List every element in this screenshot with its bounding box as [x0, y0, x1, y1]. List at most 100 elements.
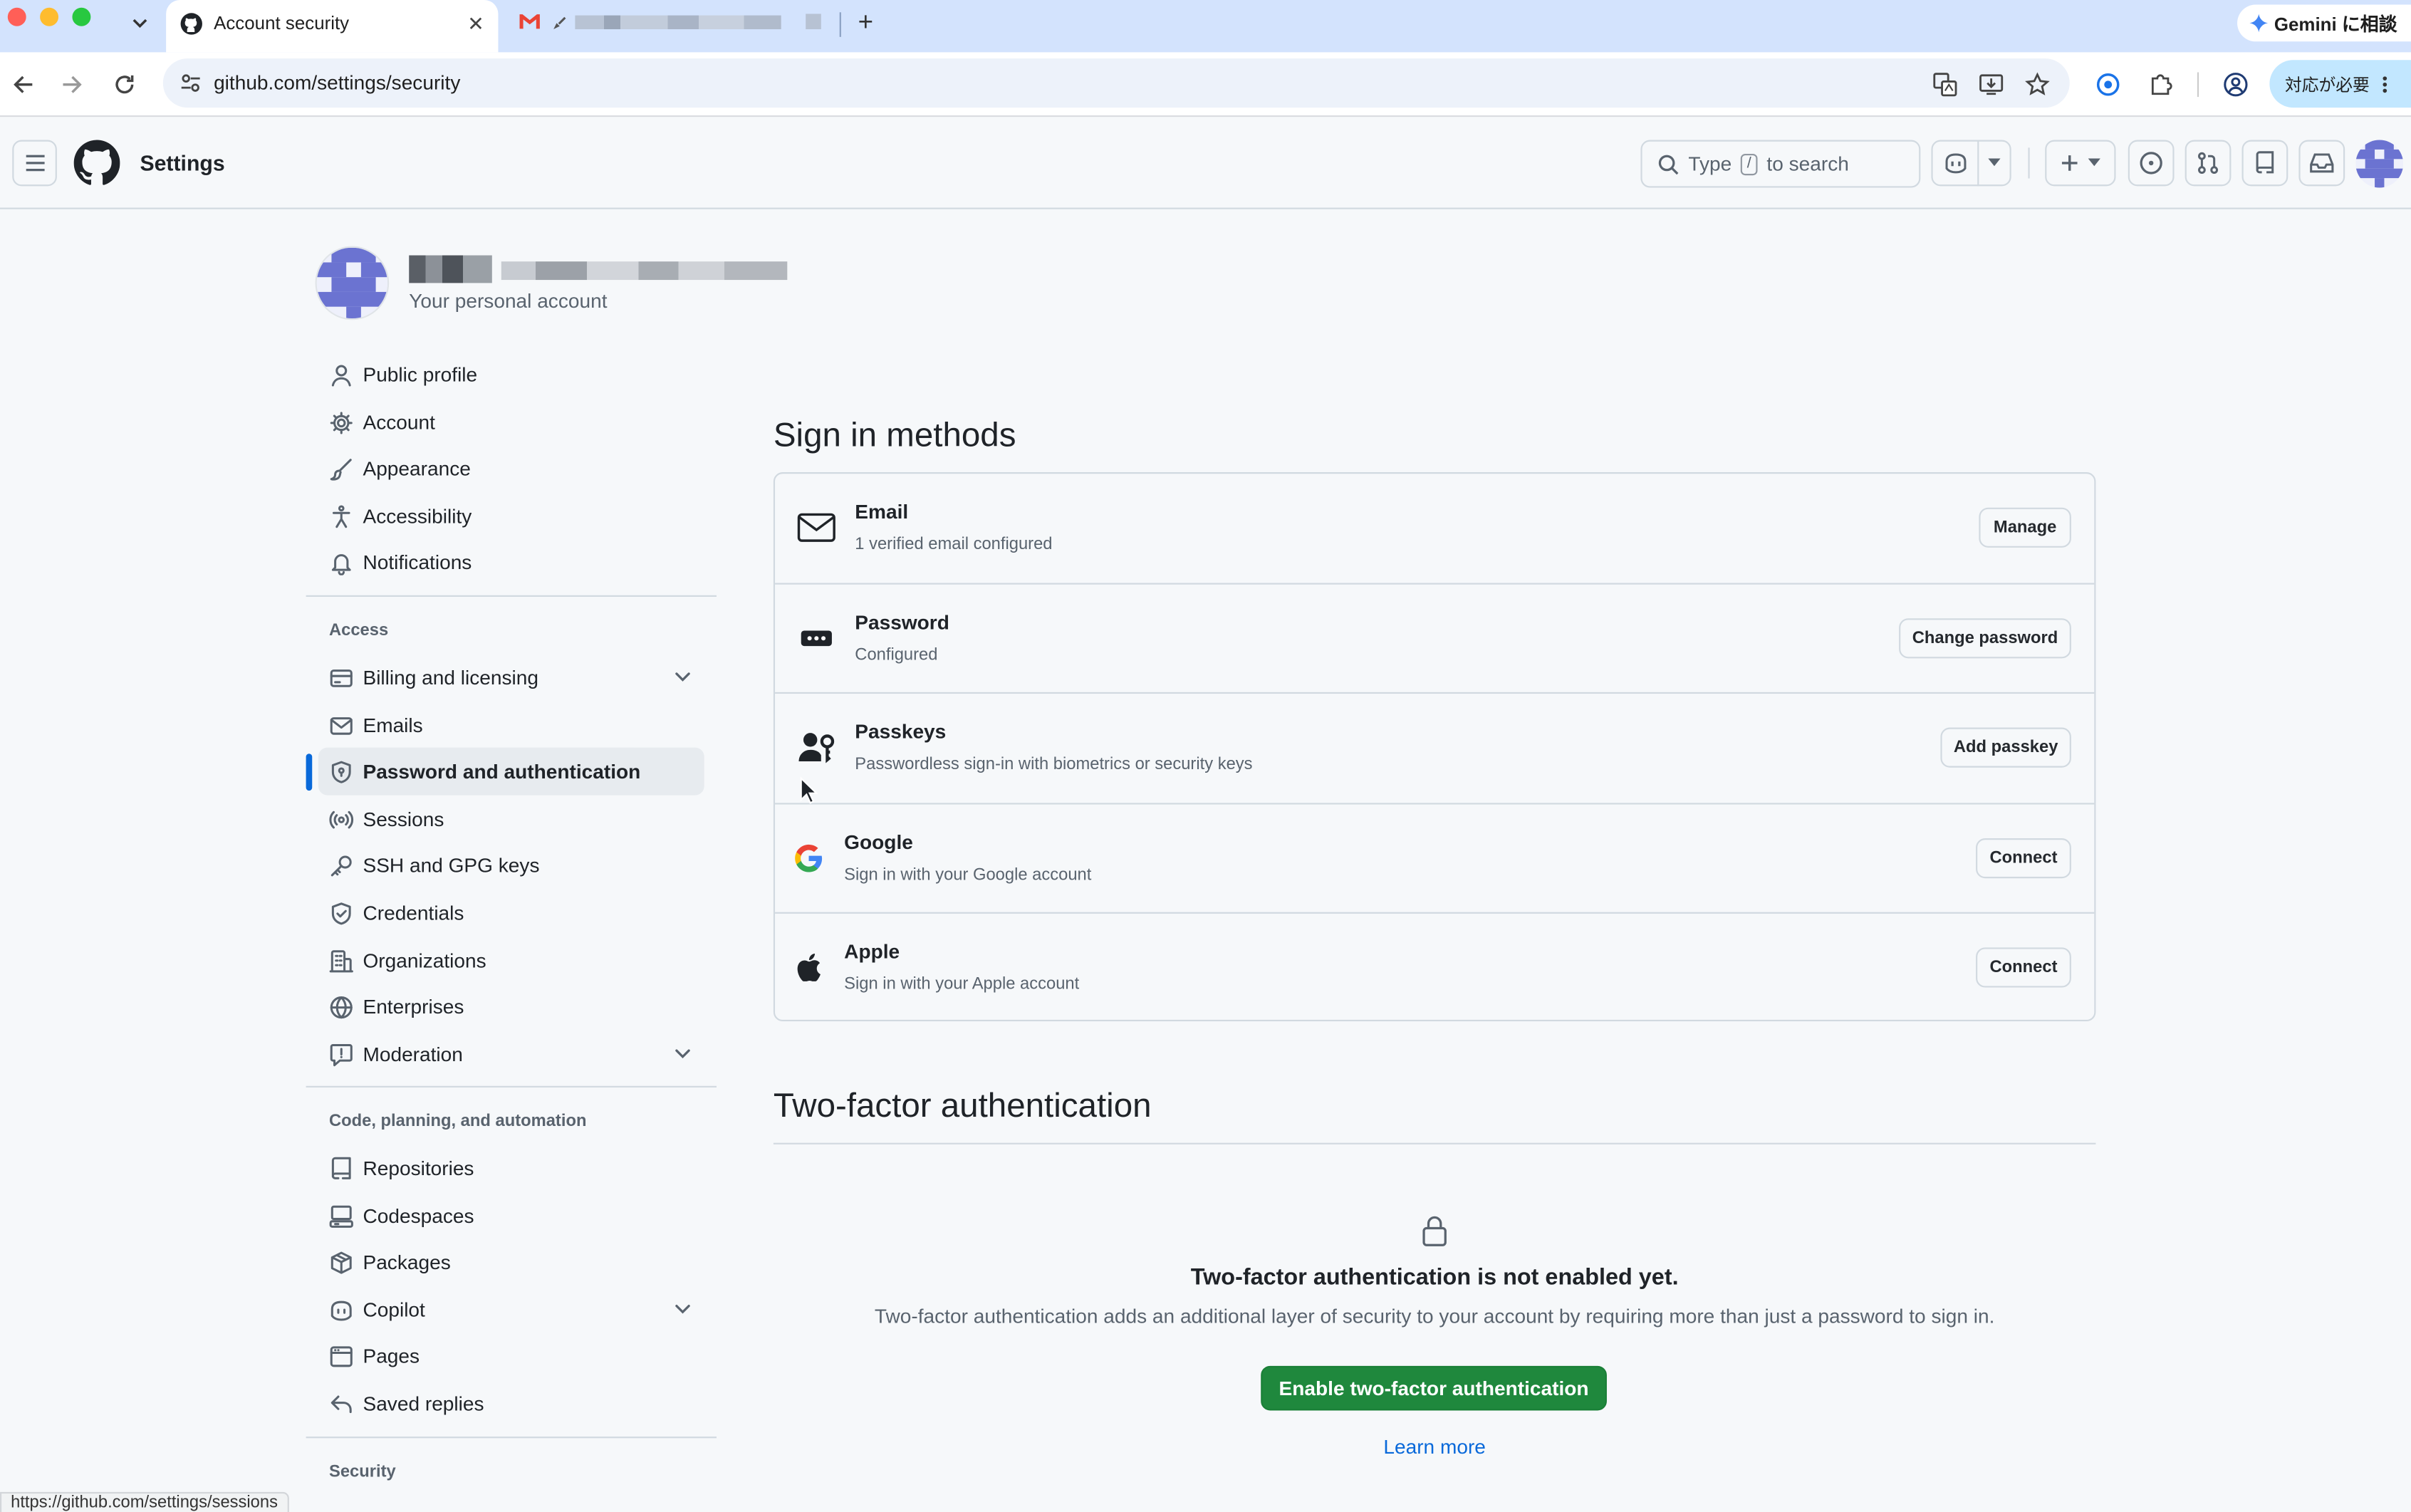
- account-avatar[interactable]: [315, 246, 390, 320]
- extension-1-button[interactable]: [2093, 69, 2123, 100]
- sign-in-method-name: Passkeys: [855, 720, 947, 744]
- sidebar-item-credentials[interactable]: Credentials: [318, 889, 704, 937]
- tab-search-button[interactable]: [120, 6, 160, 41]
- copilot-button[interactable]: [1931, 140, 2011, 187]
- sidebar-item-enterprises[interactable]: Enterprises: [318, 983, 704, 1031]
- sidebar-item-account[interactable]: Account: [318, 397, 704, 445]
- bell-icon: [329, 551, 354, 576]
- extensions-button[interactable]: [2145, 69, 2176, 100]
- shield-lock-icon: [329, 760, 354, 785]
- open-global-nav-button[interactable]: [12, 140, 57, 187]
- repo-icon: [2256, 151, 2274, 174]
- tab-separator: [839, 12, 841, 37]
- sidebar-item-saved-replies[interactable]: Saved replies: [318, 1380, 704, 1427]
- sidebar-item-pages[interactable]: Pages: [318, 1333, 704, 1380]
- sidebar-item-notifications[interactable]: Notifications: [318, 539, 704, 587]
- credit-card-icon: [330, 669, 353, 687]
- connect-button[interactable]: Connect: [1976, 947, 2071, 988]
- sidebar-item-organizations[interactable]: Organizations: [318, 936, 704, 984]
- paintbrush-icon: [330, 459, 352, 481]
- user-avatar[interactable]: [2355, 140, 2404, 188]
- bookmark-button[interactable]: [2024, 71, 2051, 98]
- window-close-button[interactable]: [7, 7, 26, 26]
- address-bar[interactable]: github.com/settings/security: [162, 58, 2070, 108]
- tab-title: Account security: [214, 12, 350, 34]
- github-header: Settings Type / to search: [0, 118, 2411, 209]
- window-zoom-button[interactable]: [72, 7, 91, 26]
- reload-icon: [115, 75, 134, 94]
- forward-button[interactable]: [56, 68, 89, 102]
- learn-more-link-text[interactable]: Learn more: [1383, 1435, 1486, 1458]
- plus-icon: [2061, 155, 2078, 171]
- reply-icon: [329, 1392, 354, 1417]
- update-required-button[interactable]: 対応が必要: [2269, 60, 2411, 108]
- create-new-button[interactable]: [2045, 140, 2116, 187]
- sidebar-item-repositories[interactable]: Repositories: [318, 1145, 704, 1192]
- passkey-icon: [795, 726, 838, 769]
- chevron-down-icon[interactable]: [672, 666, 693, 687]
- sign-in-method-passkeys: Passkeys Passwordless sign-in with biomet…: [775, 692, 2095, 802]
- issues-button[interactable]: [2128, 140, 2175, 187]
- sidebar-item-moderation[interactable]: Moderation: [318, 1031, 704, 1078]
- sidebar-item-ssh-and-gpg-keys[interactable]: SSH and GPG keys: [318, 842, 704, 890]
- connect-button[interactable]: Connect: [1976, 838, 2071, 878]
- browser-tab-strip: Account security ✕ + Gemini に相談: [0, 0, 2411, 53]
- sign-in-method-name: Apple: [844, 939, 900, 963]
- window-minimize-button[interactable]: [40, 7, 59, 26]
- sidebar-item-codespaces[interactable]: Codespaces: [318, 1192, 704, 1239]
- reload-button[interactable]: [108, 68, 141, 102]
- learn-more-link: Learn more: [774, 1435, 2096, 1458]
- person-icon: [331, 365, 351, 387]
- chevron-down-icon[interactable]: [672, 1043, 693, 1064]
- gear-icon: [329, 410, 354, 435]
- sidebar-item-public-profile[interactable]: Public profile: [318, 350, 704, 398]
- gemini-button[interactable]: Gemini に相談: [2237, 4, 2411, 42]
- identicon-avatar-icon: [2355, 140, 2404, 188]
- profile-button[interactable]: [2220, 69, 2251, 100]
- new-tab-button[interactable]: +: [850, 8, 881, 38]
- change-password-button[interactable]: Change password: [1899, 618, 2071, 659]
- sidebar-item-copilot[interactable]: Copilot: [318, 1286, 704, 1333]
- add-passkey-button[interactable]: Add passkey: [1940, 728, 2071, 768]
- person-icon: [329, 363, 354, 388]
- bell-icon: [331, 554, 351, 576]
- sidebar-item-accessibility[interactable]: Accessibility: [318, 492, 704, 540]
- translate-button[interactable]: [1931, 71, 1959, 98]
- back-button[interactable]: [6, 68, 40, 102]
- mail-icon: [329, 713, 354, 738]
- search-icon: [1658, 154, 1679, 174]
- sign-in-method-password: Password Configured Change password: [775, 583, 2095, 692]
- browser-tab-gmail[interactable]: [507, 0, 841, 46]
- hamburger-icon: [25, 155, 44, 172]
- github-logo-icon[interactable]: [73, 140, 120, 187]
- chevron-down-icon[interactable]: [672, 1298, 693, 1319]
- sidebar-item-sessions[interactable]: Sessions: [318, 795, 704, 843]
- copilot-icon: [329, 1298, 354, 1323]
- sign-in-method-name: Email: [855, 499, 909, 523]
- sidebar-item-label: Password and authentication: [363, 760, 641, 783]
- enable-two-factor-button[interactable]: Enable two-factor authentication: [1261, 1365, 1607, 1411]
- sidebar-item-appearance[interactable]: Appearance: [318, 445, 704, 493]
- sidebar-item-password-and-authentication[interactable]: Password and authentication: [318, 748, 704, 796]
- install-app-button[interactable]: [1977, 71, 2005, 98]
- manage-button[interactable]: Manage: [1979, 507, 2071, 548]
- site-info-button[interactable]: [175, 69, 206, 97]
- browser-tab-active[interactable]: Account security ✕: [166, 0, 499, 53]
- sidebar-item-label: Sessions: [363, 807, 444, 830]
- header-divider: [2028, 147, 2030, 179]
- sidebar-divider: [306, 1085, 717, 1088]
- pull-requests-button[interactable]: [2185, 140, 2232, 187]
- shield-check-icon: [329, 902, 354, 927]
- apple-icon: [787, 946, 830, 989]
- search-input[interactable]: Type / to search: [1640, 140, 1921, 188]
- notifications-inbox-button[interactable]: [2298, 140, 2345, 187]
- browser-icon: [329, 1345, 354, 1370]
- mail-icon: [330, 716, 353, 734]
- sidebar-item-billing-and-licensing[interactable]: Billing and licensing: [318, 654, 704, 702]
- tab-close-icon[interactable]: ✕: [467, 13, 484, 35]
- sidebar-item-emails[interactable]: Emails: [318, 701, 704, 749]
- repositories-button[interactable]: [2241, 140, 2288, 187]
- sidebar-item-packages[interactable]: Packages: [318, 1239, 704, 1286]
- report-icon: [329, 1043, 354, 1068]
- globe-icon: [330, 996, 353, 1019]
